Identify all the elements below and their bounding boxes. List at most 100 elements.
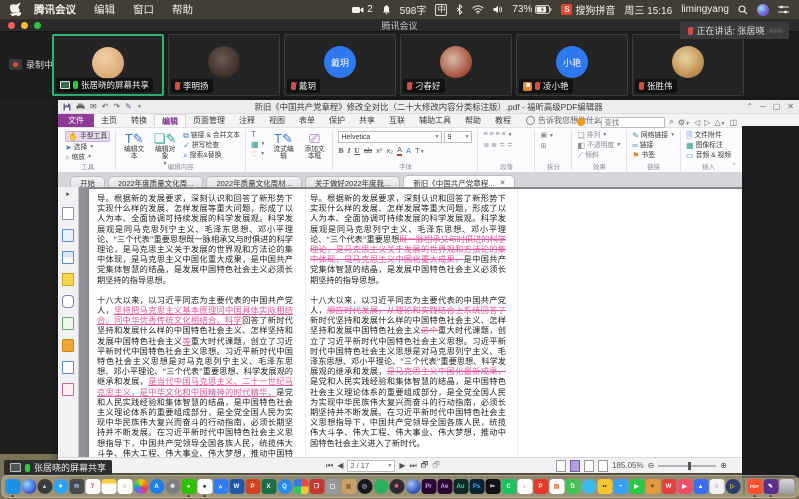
- pdf-page[interactable]: 导。根据新的发展要求，深刻认识和回答了新形势下实现什么样的发展、怎样发展等重大问…: [89, 189, 751, 458]
- dock-icon-notes[interactable]: [101, 479, 116, 494]
- layers-icon[interactable]: [62, 251, 74, 264]
- form-fields-icon[interactable]: [62, 361, 74, 374]
- dock-icon-c-green-app[interactable]: C: [501, 479, 516, 494]
- ribbon-tab-共享[interactable]: 共享: [352, 114, 382, 127]
- dock-icon-photos[interactable]: [133, 479, 148, 494]
- dock-icon-dictionary[interactable]: D: [565, 479, 580, 494]
- web-links-button[interactable]: ✎网络链接▼: [632, 131, 675, 140]
- ribbon-tab-主页[interactable]: 主页: [94, 114, 124, 127]
- dock-icon-excel[interactable]: X: [261, 479, 276, 494]
- dock-icon-capcut[interactable]: ✂: [485, 479, 500, 494]
- alerts-bell-icon[interactable]: △▼: [714, 118, 725, 127]
- menu-item-2[interactable]: 编辑: [85, 2, 124, 17]
- find-previous-icon[interactable]: ◁: [694, 118, 700, 127]
- dock-icon-pink-play-app[interactable]: ▶: [677, 479, 692, 494]
- dock-icon-robot-app[interactable]: ••: [597, 479, 612, 494]
- dock-icon-final-cut[interactable]: ✸: [389, 479, 404, 494]
- char-spacing-button[interactable]: A: [406, 146, 411, 155]
- audio-video-button[interactable]: ▭音频 & 视频: [686, 151, 731, 160]
- dock-icon-audition[interactable]: Au: [453, 479, 468, 494]
- dock-icon-music[interactable]: ♪: [517, 479, 532, 494]
- strikethrough-button[interactable]: ab: [364, 146, 372, 155]
- add-image-button[interactable]: ▦▼: [251, 140, 266, 149]
- dock-icon-safari[interactable]: ✦: [53, 479, 68, 494]
- dock-icon-wps[interactable]: W: [661, 479, 676, 494]
- bookmark-button[interactable]: ⚑书签: [632, 151, 675, 160]
- menu-item-3[interactable]: 窗口: [124, 2, 163, 17]
- bluetooth-icon[interactable]: [456, 4, 463, 15]
- dock-icon-foxit-pdf[interactable]: PDF: [747, 479, 762, 494]
- video-tile-张居晓的屏幕共享[interactable]: 张居晓的屏幕共享: [52, 34, 164, 96]
- page-number-box[interactable]: 2 / 17▼: [347, 460, 395, 472]
- dock-icon-launchpad[interactable]: ▲: [37, 479, 52, 494]
- dock-icon-premiere[interactable]: Pr: [421, 479, 436, 494]
- add-text-button[interactable]: T: [251, 131, 266, 139]
- dock-icon-gray-app[interactable]: ▢: [325, 479, 340, 494]
- dock-icon-siri[interactable]: [21, 479, 36, 494]
- dock-icon-powerpoint[interactable]: P: [245, 479, 260, 494]
- dock-icon-reminders[interactable]: ≡: [117, 479, 132, 494]
- continuous-layout-icon[interactable]: [570, 460, 580, 472]
- volume-icon[interactable]: [493, 5, 503, 14]
- video-tile-凌小艳[interactable]: 小艳凌小艳: [516, 34, 628, 96]
- ribbon-tab-编辑[interactable]: 编辑: [154, 114, 186, 127]
- previous-page-button[interactable]: ◀: [337, 461, 343, 470]
- ime-mode-badge[interactable]: 中: [435, 4, 447, 16]
- user-name[interactable]: limingyang: [681, 4, 729, 15]
- dock-icon-blue-rocket-app[interactable]: ▲: [693, 479, 708, 494]
- font-size-select[interactable]: 9▼: [444, 131, 472, 143]
- page-thumbnails-icon[interactable]: [62, 229, 74, 242]
- dock-icon-orange-tool-app[interactable]: ✦: [645, 479, 660, 494]
- close-tab-icon[interactable]: ✕: [500, 179, 506, 187]
- align-buttons-row[interactable]: ≡ ≡ ≡ ≡ ▼: [483, 131, 512, 138]
- ribbon-tab-帮助[interactable]: 帮助: [458, 114, 488, 127]
- signature-icon[interactable]: [62, 383, 74, 396]
- split-box-button[interactable]: ▣ ▼: [540, 131, 554, 139]
- dock-icon-green-circle-app[interactable]: [373, 479, 388, 494]
- input-method-indicator[interactable]: S 搜狗拼音: [561, 2, 615, 17]
- edit-text-button[interactable]: T✎编辑文本: [121, 131, 147, 163]
- control-center-icon[interactable]: [778, 5, 789, 14]
- superscript-button[interactable]: x²: [376, 146, 382, 155]
- dock-icon-q-browser[interactable]: Q: [277, 479, 292, 494]
- dock-icon-obsidian[interactable]: ◎: [357, 479, 372, 494]
- zoom-out-button[interactable]: ⊖: [648, 461, 655, 470]
- minimize-icon[interactable]: ─: [760, 102, 766, 111]
- add-shape-button[interactable]: ♡▼: [251, 150, 266, 159]
- zoom-slider-handle[interactable]: [688, 462, 691, 470]
- dock-icon-blue-cloud-app[interactable]: ~: [613, 479, 628, 494]
- dock-icon-system-preferences[interactable]: ✱: [165, 479, 180, 494]
- single-page-layout-icon[interactable]: [556, 460, 566, 472]
- upgrade-icon[interactable]: [577, 118, 585, 126]
- notification-bell-icon[interactable]: [382, 5, 391, 15]
- document-canvas[interactable]: 导。根据新的发展要求，深刻认识和回答了新形势下实现什么样的发展、怎样发展等重大问…: [79, 187, 789, 458]
- next-page-button[interactable]: ▶: [399, 461, 405, 470]
- dock-icon-remote-screens[interactable]: ❐: [309, 479, 324, 494]
- facing-layout-icon[interactable]: [584, 460, 594, 472]
- video-tile-张胜伟[interactable]: 张胜伟: [632, 34, 744, 96]
- certificates-icon[interactable]: [62, 317, 74, 330]
- zoom-level[interactable]: 185.05%: [612, 461, 644, 470]
- redo-icon[interactable]: ↷: [113, 102, 120, 112]
- dock-icon-wechat[interactable]: ●: [181, 479, 196, 494]
- select-button[interactable]: ➤选择▼: [65, 143, 110, 152]
- menu-item-1[interactable]: 腾讯会议: [25, 2, 85, 17]
- siri-icon[interactable]: [757, 4, 769, 16]
- battery-indicator[interactable]: 73%: [512, 4, 552, 15]
- meeting-camera-indicator[interactable]: 2: [352, 4, 373, 15]
- opacity-button[interactable]: ◧不透明度▼: [577, 141, 621, 150]
- minimize-window-button[interactable]: [21, 22, 28, 29]
- email-icon[interactable]: ✉: [90, 102, 97, 112]
- find-input[interactable]: [601, 117, 665, 128]
- apple-menu-icon[interactable]: [10, 3, 21, 16]
- dock-icon-qq[interactable]: ●: [197, 479, 212, 494]
- font-color-button[interactable]: A: [397, 145, 402, 156]
- search-icon[interactable]: ⌕: [669, 117, 673, 127]
- close-icon[interactable]: ✕: [787, 102, 794, 111]
- ribbon-tab-互联[interactable]: 互联: [382, 114, 412, 127]
- dock-icon-file-box[interactable]: ▣: [341, 479, 356, 494]
- link-join-text-button[interactable]: ⧉链接 & 合并文本: [183, 131, 240, 140]
- restore-icon[interactable]: ▢: [773, 102, 781, 111]
- fit-width-layout-icon[interactable]: [598, 460, 608, 472]
- file-attachment-button[interactable]: 🗎文件附件: [686, 131, 731, 140]
